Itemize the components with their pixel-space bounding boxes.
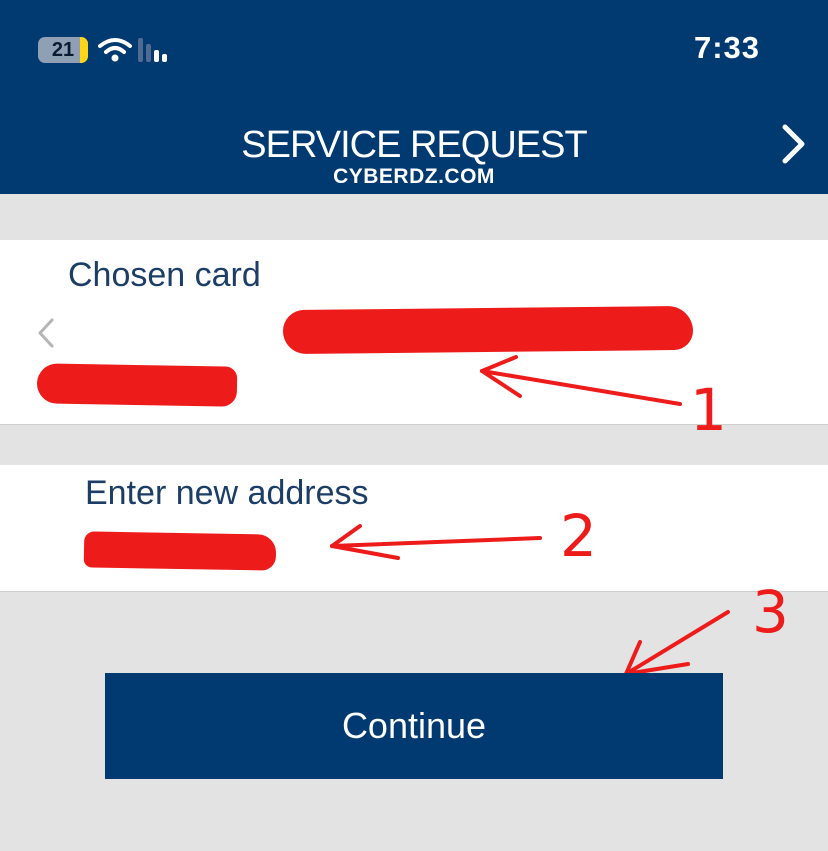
battery-level: 21 xyxy=(51,38,75,61)
new-address-section[interactable]: Enter new address xyxy=(0,464,828,592)
chevron-left-icon xyxy=(38,318,54,348)
watermark-text: CYBERDZ.COM xyxy=(333,165,495,188)
redacted-card-number xyxy=(282,305,694,355)
continue-button[interactable]: Continue xyxy=(105,673,723,779)
battery-icon: 21 xyxy=(38,37,88,63)
wifi-icon xyxy=(98,38,132,62)
cellular-signal-icon xyxy=(138,38,167,62)
enter-address-label: Enter new address xyxy=(85,474,369,512)
previous-card-button[interactable] xyxy=(34,316,58,350)
annotation-arrowhead-3 xyxy=(624,640,690,676)
app-header: 21 7:33 SERVICE REQUEST CYBERDZ.COM xyxy=(0,0,828,194)
annotation-arrow-3 xyxy=(624,610,730,676)
status-time: 7:33 xyxy=(693,30,760,65)
chosen-card-label: Chosen card xyxy=(68,256,261,294)
redacted-address-value[interactable] xyxy=(83,531,277,571)
next-button[interactable] xyxy=(780,122,808,166)
chevron-right-icon xyxy=(782,124,805,164)
page-title: SERVICE REQUEST xyxy=(241,124,587,166)
redacted-card-detail xyxy=(36,363,238,407)
status-bar-left: 21 xyxy=(38,36,167,64)
chosen-card-section: Chosen card xyxy=(0,240,828,425)
